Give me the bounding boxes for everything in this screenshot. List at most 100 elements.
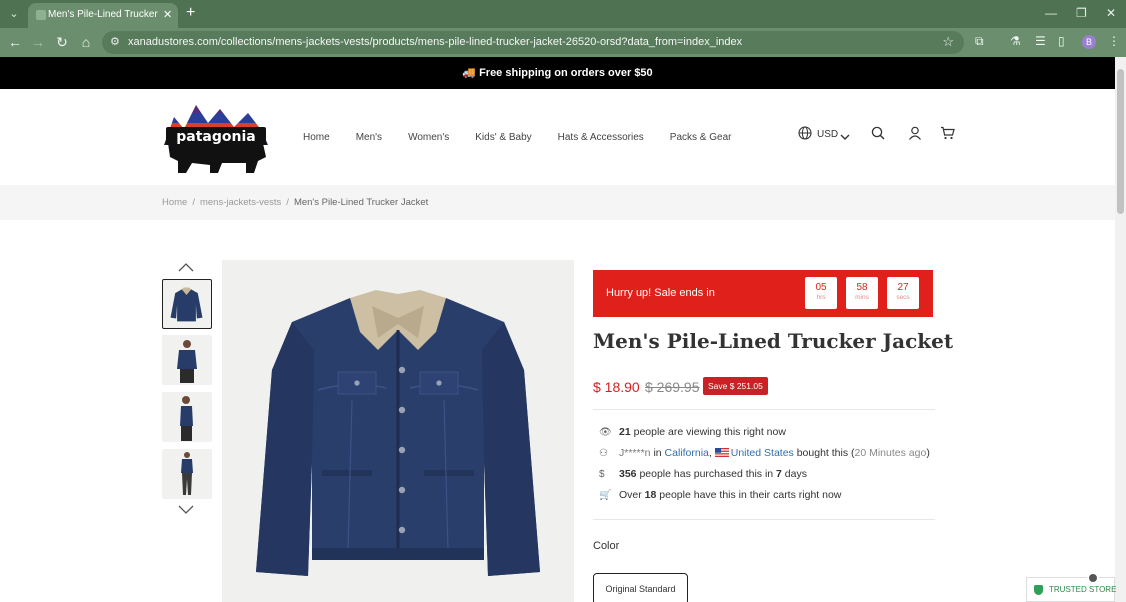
tab-search-chevron-icon[interactable]: ⌄ bbox=[6, 6, 22, 22]
url-text[interactable]: xanadustores.com/collections/mens-jacket… bbox=[128, 36, 742, 48]
extensions-puzzle-icon[interactable]: ⧉ bbox=[975, 34, 984, 49]
buyer-name: J*****n bbox=[619, 447, 651, 459]
tab-favicon-icon bbox=[36, 10, 46, 20]
carts-count: 18 bbox=[644, 489, 657, 501]
trusted-store-text: TRUSTED STORE bbox=[1049, 585, 1117, 594]
purchased-unit: days bbox=[781, 468, 807, 480]
profile-avatar[interactable]: B bbox=[1082, 35, 1096, 49]
browser-toolbar: ← → ↻ ⌂ ⚙ xanadustores.com/collections/m… bbox=[0, 28, 1126, 57]
buyer-time: 20 Minutes ago bbox=[854, 447, 927, 459]
buyer-country: United States bbox=[730, 447, 794, 459]
divider bbox=[593, 409, 935, 410]
countdown-hours: 05 hrs bbox=[805, 277, 837, 309]
reading-list-icon[interactable]: ☰ bbox=[1035, 34, 1046, 48]
color-option-label: Color bbox=[593, 540, 620, 552]
nav-home[interactable]: Home bbox=[303, 132, 330, 143]
carts-text: people have this in their carts right no… bbox=[656, 489, 842, 501]
site-header: patagonia Home Men's Women's Kids' & Bab… bbox=[0, 89, 1115, 185]
minutes-unit: mins bbox=[855, 294, 869, 301]
shield-check-icon bbox=[1034, 585, 1043, 595]
home-icon[interactable]: ⌂ bbox=[78, 34, 94, 50]
main-product-image[interactable] bbox=[222, 260, 574, 602]
gallery-up-chevron-icon[interactable] bbox=[178, 262, 194, 272]
nav-kids-baby[interactable]: Kids' & Baby bbox=[475, 132, 531, 143]
labs-flask-icon[interactable]: ⚗ bbox=[1010, 34, 1021, 48]
buyer-in: in bbox=[650, 447, 665, 459]
breadcrumb-separator: / bbox=[286, 197, 289, 208]
maximize-icon[interactable]: ❐ bbox=[1076, 6, 1087, 20]
main-nav: Home Men's Women's Kids' & Baby Hats & A… bbox=[303, 132, 732, 143]
web-page: 🚚 Free shipping on orders over $50 patag… bbox=[0, 57, 1115, 602]
breadcrumb: Home / mens-jackets-vests / Men's Pile-Lined… bbox=[0, 185, 1115, 220]
scroll-thumb[interactable] bbox=[1117, 69, 1124, 214]
sale-countdown-banner: Hurry up! Sale ends in 05 hrs 58 mins 27… bbox=[593, 270, 933, 317]
viewing-text: people are viewing this right now bbox=[630, 426, 786, 438]
carts-row: 🛒 Over 18 people have this in their carts… bbox=[599, 489, 841, 501]
divider bbox=[593, 519, 935, 520]
nav-mens[interactable]: Men's bbox=[356, 132, 382, 143]
page-scrollbar[interactable] bbox=[1115, 57, 1126, 602]
trusted-store-badge[interactable]: TRUSTED STORE bbox=[1026, 577, 1117, 602]
new-tab-plus-icon[interactable]: + bbox=[186, 4, 195, 22]
recent-buyer-row: ⚇ J*****n in California, United States bo… bbox=[599, 447, 930, 459]
window-close-icon[interactable]: ✕ bbox=[1106, 6, 1116, 20]
currency-selector[interactable] bbox=[798, 126, 812, 145]
gallery-thumbnail-4[interactable] bbox=[162, 449, 212, 499]
person-icon: ⚇ bbox=[599, 448, 608, 459]
save-badge: Save $ 251.05 bbox=[703, 377, 768, 395]
nav-womens[interactable]: Women's bbox=[408, 132, 449, 143]
hours-value: 05 bbox=[815, 282, 827, 293]
announcement-bar: 🚚 Free shipping on orders over $50 bbox=[0, 57, 1115, 89]
forward-arrow-icon[interactable]: → bbox=[30, 34, 46, 50]
model-front-thumbnail bbox=[177, 340, 197, 383]
seconds-unit: secs bbox=[896, 294, 910, 301]
currency-chevron-icon[interactable] bbox=[840, 128, 850, 146]
gallery-thumbnail-3[interactable] bbox=[162, 392, 212, 442]
cart-small-icon: 🛒 bbox=[599, 490, 612, 501]
tab-title: Men's Pile-Lined Trucker Jacket bbox=[48, 9, 160, 20]
model-full-thumbnail bbox=[181, 452, 193, 495]
chat-widget-icon[interactable] bbox=[1087, 572, 1099, 584]
gallery-down-chevron-icon[interactable] bbox=[178, 505, 194, 515]
breadcrumb-collection[interactable]: mens-jackets-vests bbox=[200, 197, 281, 208]
countdown-label: Hurry up! Sale ends in bbox=[606, 287, 715, 299]
purchased-text: people has purchased this in bbox=[636, 468, 777, 480]
countdown-minutes: 58 mins bbox=[846, 277, 878, 309]
reload-icon[interactable]: ↻ bbox=[54, 34, 70, 51]
eye-icon: 👁 bbox=[599, 427, 612, 438]
buyer-close: ) bbox=[926, 447, 930, 459]
account-icon[interactable] bbox=[908, 126, 922, 145]
breadcrumb-separator: / bbox=[192, 197, 195, 208]
gallery-thumbnail-2[interactable] bbox=[162, 335, 212, 385]
gallery-thumbnail-1[interactable] bbox=[162, 279, 212, 329]
bookmark-star-icon[interactable]: ☆ bbox=[942, 34, 954, 50]
browser-tab[interactable]: Men's Pile-Lined Trucker Jacket ✕ bbox=[28, 3, 178, 28]
hours-unit: hrs bbox=[816, 294, 826, 301]
minutes-value: 58 bbox=[856, 282, 868, 293]
side-panel-icon[interactable]: ▯ bbox=[1058, 34, 1065, 48]
sale-price: $ 18.90 bbox=[593, 379, 640, 395]
jacket-front-thumbnail bbox=[170, 287, 203, 322]
variant-original-standard[interactable]: Original Standard bbox=[593, 573, 688, 602]
site-info-icon[interactable]: ⚙ bbox=[110, 35, 120, 48]
cart-icon[interactable] bbox=[940, 126, 955, 145]
countdown-seconds: 27 secs bbox=[887, 277, 919, 309]
address-bar[interactable]: ⚙ xanadustores.com/collections/mens-jack… bbox=[102, 31, 964, 54]
buyer-state: California bbox=[664, 447, 709, 459]
carts-prefix: Over bbox=[619, 489, 645, 501]
patagonia-logo[interactable]: patagonia bbox=[162, 99, 270, 175]
trucker-jacket-image bbox=[256, 290, 540, 576]
breadcrumb-home[interactable]: Home bbox=[162, 197, 187, 208]
currency-code[interactable]: USD bbox=[817, 129, 838, 140]
product-title: Men's Pile-Lined Trucker Jacket bbox=[593, 329, 954, 353]
nav-packs-gear[interactable]: Packs & Gear bbox=[670, 132, 732, 143]
nav-hats-accessories[interactable]: Hats & Accessories bbox=[558, 132, 644, 143]
browser-tab-bar: ⌄ Men's Pile-Lined Trucker Jacket ✕ + — … bbox=[0, 0, 1126, 28]
purchased-row: $356 people has purchased this in 7 days bbox=[599, 468, 807, 480]
browser-menu-icon[interactable]: ⋮ bbox=[1108, 34, 1120, 48]
tab-close-icon[interactable]: ✕ bbox=[163, 8, 172, 21]
back-arrow-icon[interactable]: ← bbox=[7, 34, 23, 50]
search-icon[interactable] bbox=[871, 126, 885, 145]
viewing-count: 21 bbox=[619, 426, 631, 438]
minimize-icon[interactable]: — bbox=[1045, 6, 1057, 20]
